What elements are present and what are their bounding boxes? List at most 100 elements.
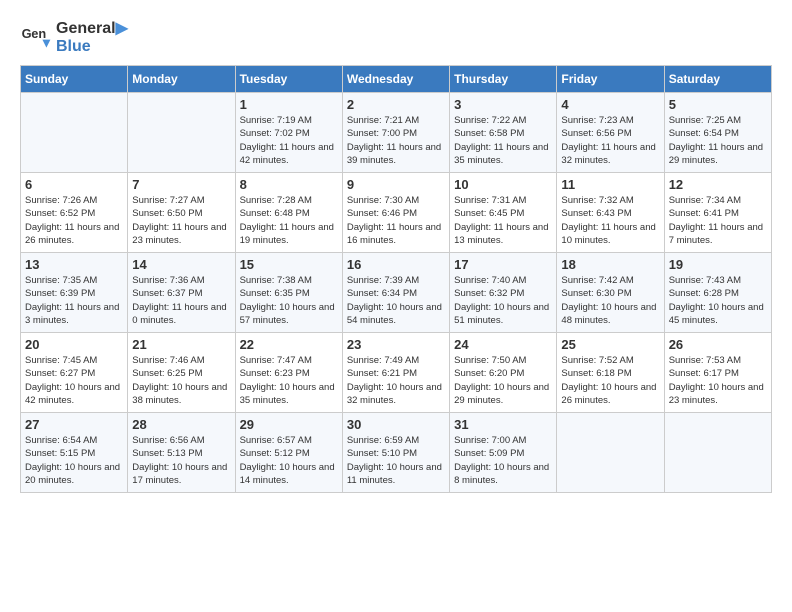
- day-number: 26: [669, 337, 767, 352]
- calendar-cell: 15 Sunrise: 7:38 AM Sunset: 6:35 PM Dayli…: [235, 253, 342, 333]
- calendar-cell: 12Sunrise: 7:34 AM Sunset: 6:41 PM Dayli…: [664, 173, 771, 253]
- day-info: Sunrise: 7:23 AM Sunset: 6:56 PM Dayligh…: [561, 114, 659, 167]
- day-number: 15: [240, 257, 338, 272]
- day-number: 28: [132, 417, 230, 432]
- calendar-cell: 10 Sunrise: 7:31 AM Sunset: 6:45 PM Dayli…: [450, 173, 557, 253]
- day-number: 16: [347, 257, 445, 272]
- logo-icon: G e n: [20, 22, 52, 54]
- day-number: 27: [25, 417, 123, 432]
- day-info: Sunrise: 7:27 AM Sunset: 6:50 PM Dayligh…: [132, 194, 230, 247]
- day-number: 29: [240, 417, 338, 432]
- calendar-cell: 5Sunrise: 7:25 AM Sunset: 6:54 PM Daylig…: [664, 93, 771, 173]
- header-day-monday: Monday: [128, 66, 235, 93]
- day-info: Sunrise: 7:32 AM Sunset: 6:43 PM Dayligh…: [561, 194, 659, 247]
- day-info: Sunrise: 6:56 AM Sunset: 5:13 PM Dayligh…: [132, 434, 230, 487]
- day-info: Sunrise: 7:52 AM Sunset: 6:18 PM Dayligh…: [561, 354, 659, 407]
- day-number: 1: [240, 97, 338, 112]
- day-info: Sunrise: 6:54 AM Sunset: 5:15 PM Dayligh…: [25, 434, 123, 487]
- day-info: Sunrise: 7:30 AM Sunset: 6:46 PM Dayligh…: [347, 194, 445, 247]
- page-header: G e n General▶ Blue: [20, 20, 772, 55]
- day-number: 4: [561, 97, 659, 112]
- header-day-friday: Friday: [557, 66, 664, 93]
- day-info: Sunrise: 7:28 AM Sunset: 6:48 PM Dayligh…: [240, 194, 338, 247]
- day-info: Sunrise: 7:35 AM Sunset: 6:39 PM Dayligh…: [25, 274, 123, 327]
- day-number: 23: [347, 337, 445, 352]
- day-info: Sunrise: 7:50 AM Sunset: 6:20 PM Dayligh…: [454, 354, 552, 407]
- day-info: Sunrise: 7:42 AM Sunset: 6:30 PM Dayligh…: [561, 274, 659, 327]
- day-number: 13: [25, 257, 123, 272]
- calendar-week-2: 6Sunrise: 7:26 AM Sunset: 6:52 PM Daylig…: [21, 173, 772, 253]
- logo: G e n General▶ Blue: [20, 20, 128, 55]
- day-number: 3: [454, 97, 552, 112]
- day-number: 12: [669, 177, 767, 192]
- day-info: Sunrise: 6:59 AM Sunset: 5:10 PM Dayligh…: [347, 434, 445, 487]
- calendar-cell: 18 Sunrise: 7:42 AM Sunset: 6:30 PM Dayli…: [557, 253, 664, 333]
- day-info: Sunrise: 6:57 AM Sunset: 5:12 PM Dayligh…: [240, 434, 338, 487]
- day-number: 10: [454, 177, 552, 192]
- calendar-cell: 13 Sunrise: 7:35 AM Sunset: 6:39 PM Dayli…: [21, 253, 128, 333]
- header-day-thursday: Thursday: [450, 66, 557, 93]
- calendar-cell: 7 Sunrise: 7:27 AM Sunset: 6:50 PM Daylig…: [128, 173, 235, 253]
- calendar-cell: 11 Sunrise: 7:32 AM Sunset: 6:43 PM Dayli…: [557, 173, 664, 253]
- day-info: Sunrise: 7:19 AM Sunset: 7:02 PM Dayligh…: [240, 114, 338, 167]
- calendar-week-3: 13 Sunrise: 7:35 AM Sunset: 6:39 PM Dayli…: [21, 253, 772, 333]
- day-number: 11: [561, 177, 659, 192]
- calendar-cell: 28 Sunrise: 6:56 AM Sunset: 5:13 PM Dayli…: [128, 413, 235, 493]
- day-info: Sunrise: 7:31 AM Sunset: 6:45 PM Dayligh…: [454, 194, 552, 247]
- day-info: Sunrise: 7:47 AM Sunset: 6:23 PM Dayligh…: [240, 354, 338, 407]
- calendar-cell: 9 Sunrise: 7:30 AM Sunset: 6:46 PM Daylig…: [342, 173, 449, 253]
- calendar-cell: 17Sunrise: 7:40 AM Sunset: 6:32 PM Dayli…: [450, 253, 557, 333]
- day-number: 9: [347, 177, 445, 192]
- svg-text:G: G: [22, 26, 32, 41]
- calendar-cell: 3 Sunrise: 7:22 AM Sunset: 6:58 PM Daylig…: [450, 93, 557, 173]
- day-number: 6: [25, 177, 123, 192]
- calendar-cell: 2Sunrise: 7:21 AM Sunset: 7:00 PM Daylig…: [342, 93, 449, 173]
- calendar-cell: 30 Sunrise: 6:59 AM Sunset: 5:10 PM Dayli…: [342, 413, 449, 493]
- header-day-tuesday: Tuesday: [235, 66, 342, 93]
- calendar-cell: 29 Sunrise: 6:57 AM Sunset: 5:12 PM Dayli…: [235, 413, 342, 493]
- day-info: Sunrise: 7:46 AM Sunset: 6:25 PM Dayligh…: [132, 354, 230, 407]
- day-info: Sunrise: 7:49 AM Sunset: 6:21 PM Dayligh…: [347, 354, 445, 407]
- day-number: 20: [25, 337, 123, 352]
- svg-text:n: n: [38, 26, 46, 41]
- calendar-cell: 31Sunrise: 7:00 AM Sunset: 5:09 PM Dayli…: [450, 413, 557, 493]
- day-info: Sunrise: 7:40 AM Sunset: 6:32 PM Dayligh…: [454, 274, 552, 327]
- calendar-cell: 1 Sunrise: 7:19 AM Sunset: 7:02 PM Daylig…: [235, 93, 342, 173]
- day-info: Sunrise: 7:43 AM Sunset: 6:28 PM Dayligh…: [669, 274, 767, 327]
- header-day-wednesday: Wednesday: [342, 66, 449, 93]
- calendar-cell: 22 Sunrise: 7:47 AM Sunset: 6:23 PM Dayli…: [235, 333, 342, 413]
- day-info: Sunrise: 7:22 AM Sunset: 6:58 PM Dayligh…: [454, 114, 552, 167]
- day-number: 7: [132, 177, 230, 192]
- calendar-cell: 6Sunrise: 7:26 AM Sunset: 6:52 PM Daylig…: [21, 173, 128, 253]
- header-day-saturday: Saturday: [664, 66, 771, 93]
- calendar-cell: 21Sunrise: 7:46 AM Sunset: 6:25 PM Dayli…: [128, 333, 235, 413]
- day-number: 30: [347, 417, 445, 432]
- day-info: Sunrise: 7:45 AM Sunset: 6:27 PM Dayligh…: [25, 354, 123, 407]
- day-info: Sunrise: 7:38 AM Sunset: 6:35 PM Dayligh…: [240, 274, 338, 327]
- calendar-cell: 24 Sunrise: 7:50 AM Sunset: 6:20 PM Dayli…: [450, 333, 557, 413]
- calendar-week-1: 1 Sunrise: 7:19 AM Sunset: 7:02 PM Daylig…: [21, 93, 772, 173]
- calendar-cell: 4 Sunrise: 7:23 AM Sunset: 6:56 PM Daylig…: [557, 93, 664, 173]
- calendar-cell: 27 Sunrise: 6:54 AM Sunset: 5:15 PM Dayli…: [21, 413, 128, 493]
- day-info: Sunrise: 7:39 AM Sunset: 6:34 PM Dayligh…: [347, 274, 445, 327]
- calendar-cell: [557, 413, 664, 493]
- calendar-header-row: SundayMondayTuesdayWednesdayThursdayFrid…: [21, 66, 772, 93]
- calendar-cell: [21, 93, 128, 173]
- day-number: 24: [454, 337, 552, 352]
- calendar-table: SundayMondayTuesdayWednesdayThursdayFrid…: [20, 65, 772, 493]
- day-info: Sunrise: 7:25 AM Sunset: 6:54 PM Dayligh…: [669, 114, 767, 167]
- calendar-cell: 26 Sunrise: 7:53 AM Sunset: 6:17 PM Dayli…: [664, 333, 771, 413]
- day-info: Sunrise: 7:21 AM Sunset: 7:00 PM Dayligh…: [347, 114, 445, 167]
- day-number: 14: [132, 257, 230, 272]
- day-number: 22: [240, 337, 338, 352]
- calendar-cell: 20 Sunrise: 7:45 AM Sunset: 6:27 PM Dayli…: [21, 333, 128, 413]
- day-info: Sunrise: 7:53 AM Sunset: 6:17 PM Dayligh…: [669, 354, 767, 407]
- calendar-cell: [664, 413, 771, 493]
- day-number: 8: [240, 177, 338, 192]
- calendar-cell: 19Sunrise: 7:43 AM Sunset: 6:28 PM Dayli…: [664, 253, 771, 333]
- day-number: 18: [561, 257, 659, 272]
- calendar-cell: 16 Sunrise: 7:39 AM Sunset: 6:34 PM Dayli…: [342, 253, 449, 333]
- calendar-week-5: 27 Sunrise: 6:54 AM Sunset: 5:15 PM Dayli…: [21, 413, 772, 493]
- header-day-sunday: Sunday: [21, 66, 128, 93]
- day-info: Sunrise: 7:00 AM Sunset: 5:09 PM Dayligh…: [454, 434, 552, 487]
